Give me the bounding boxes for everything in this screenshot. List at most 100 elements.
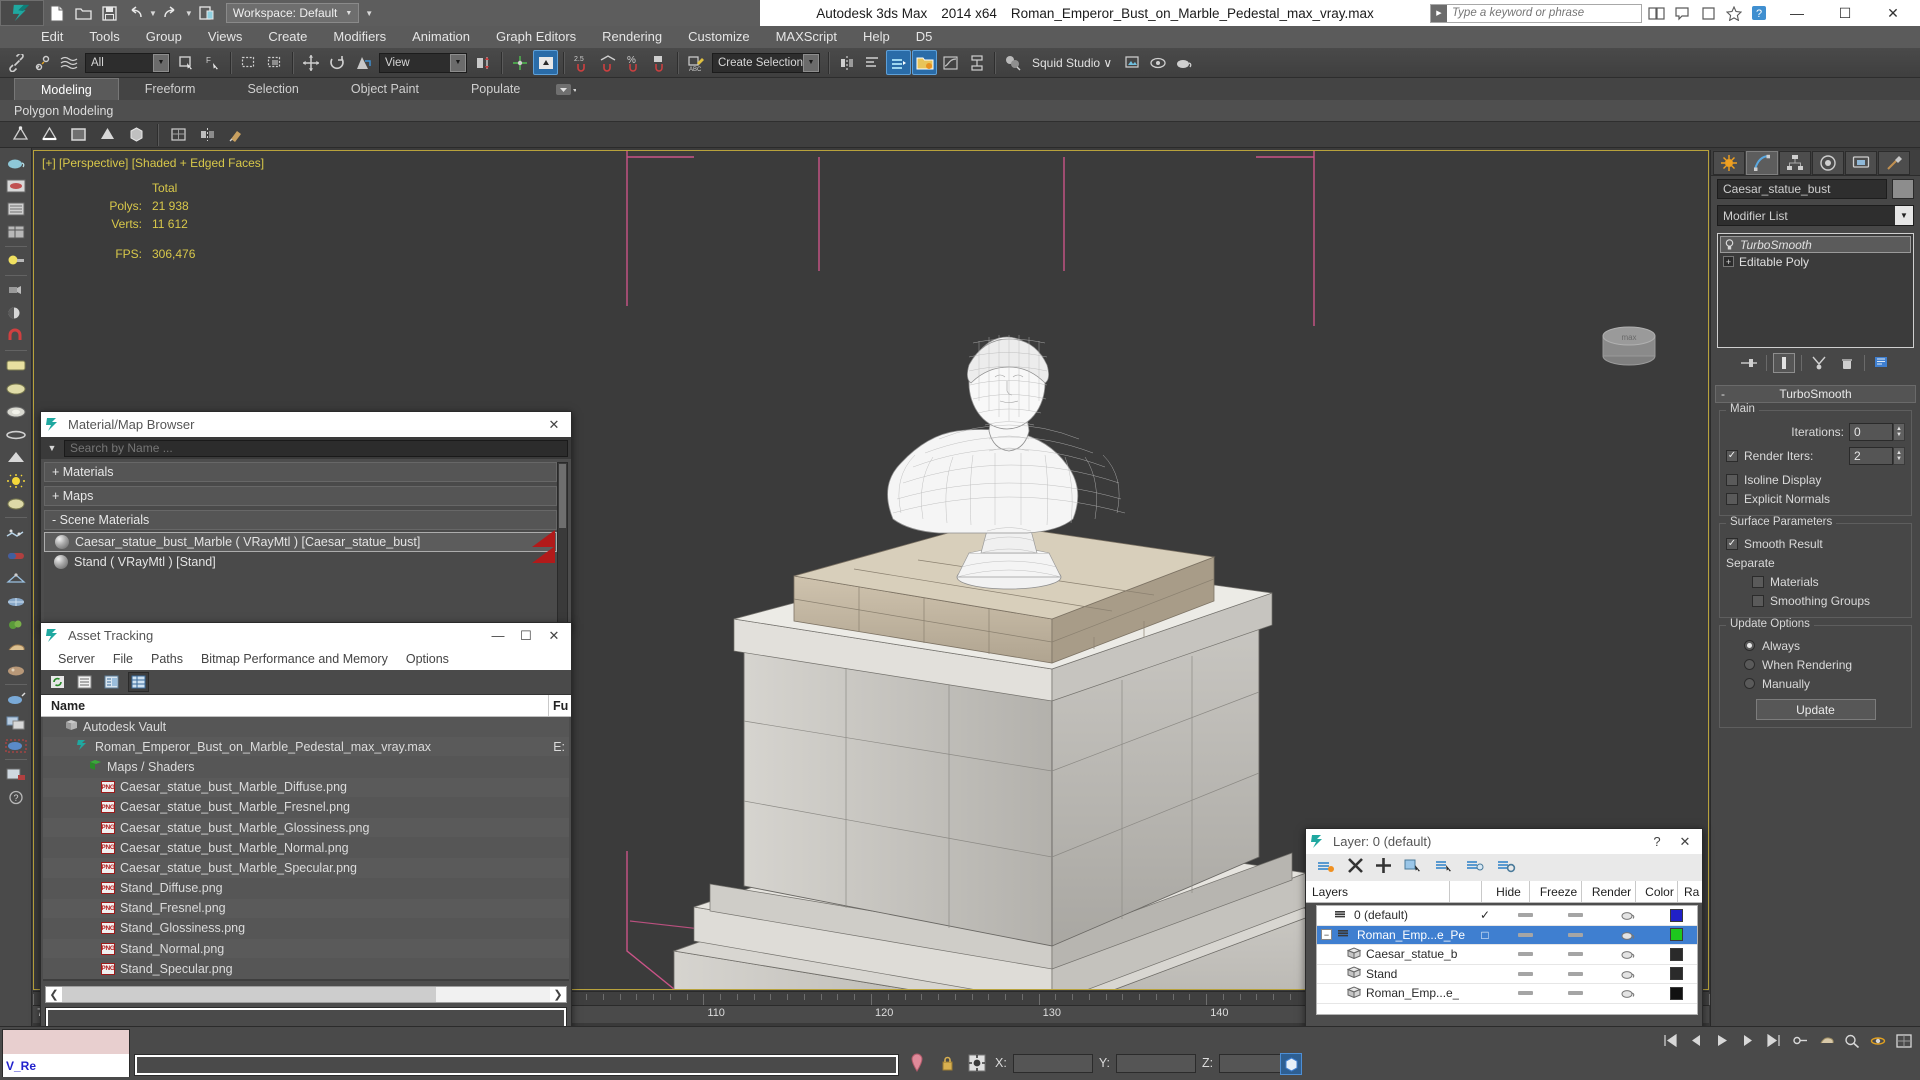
edit-named-selection-sets-icon[interactable]: ABC [683, 50, 708, 75]
render-production-icon[interactable] [1145, 50, 1170, 75]
scrollbar-thumb[interactable] [62, 987, 436, 1002]
material-browser-scrollbar[interactable] [557, 462, 568, 623]
next-frame-icon[interactable] [1737, 1031, 1758, 1050]
object-name-input[interactable] [1717, 179, 1887, 199]
help-info-icon[interactable]: ? [1748, 1, 1772, 25]
layer-row[interactable]: Caesar_statue_b [1317, 945, 1697, 965]
create-teapot-icon[interactable] [3, 152, 29, 174]
capsule-primitive-icon[interactable] [3, 544, 29, 566]
layer-column-freeze[interactable]: Freeze [1530, 881, 1582, 902]
select-by-name-icon[interactable]: F [200, 50, 225, 75]
layer-current-cell[interactable]: ✓ [1469, 908, 1501, 922]
rock-object-icon[interactable] [3, 659, 29, 681]
layer-color-cell[interactable] [1655, 947, 1697, 961]
polygon-modeling-border-icon[interactable] [66, 122, 91, 147]
schematic-view-icon[interactable] [964, 50, 989, 75]
mesh-object-icon[interactable] [3, 590, 29, 612]
layer-render-cell[interactable] [1601, 968, 1655, 980]
paint-deform-icon[interactable] [224, 122, 249, 147]
menu-item-customize[interactable]: Customize [675, 26, 762, 48]
layer-row[interactable]: 0 (default) ✓ [1317, 906, 1697, 926]
asset-row[interactable]: PNG Caesar_statue_bust_Marble_Fresnel.png [43, 797, 569, 818]
asset-row[interactable]: PNG Caesar_statue_bust_Marble_Specular.pn… [43, 858, 569, 879]
material-browser-titlebar[interactable]: Material/Map Browser ✕ [41, 412, 571, 437]
selection-lock-icon[interactable] [935, 1051, 959, 1075]
iterations-spinner[interactable]: ▲ ▼ [1893, 422, 1905, 441]
expand-collapse-icon[interactable]: − [1321, 929, 1332, 941]
new-file-button[interactable] [45, 1, 69, 25]
layer-color-cell[interactable] [1655, 928, 1697, 942]
scrollbar-thumb[interactable] [559, 464, 566, 528]
browser-group-materials[interactable]: + Materials [44, 462, 557, 482]
asset-row[interactable]: Maps / Shaders [43, 757, 569, 778]
modifier-stack[interactable]: TurboSmooth + Editable Poly [1717, 233, 1914, 348]
smooth-result-checkbox[interactable]: ✓ [1726, 537, 1738, 550]
menu-item-d5[interactable]: D5 [903, 26, 946, 48]
select-and-move-icon[interactable] [298, 50, 323, 75]
asset-row[interactable]: PNG Stand_Normal.png [43, 939, 569, 960]
list-view-icon[interactable] [3, 198, 29, 220]
layer-render-cell[interactable] [1601, 929, 1655, 941]
update-option-always-row[interactable]: Always [1726, 636, 1905, 655]
ribbon-tab-populate[interactable]: Populate [445, 78, 546, 100]
tab-utilities[interactable] [1878, 150, 1910, 175]
layer-row-name-cell[interactable]: Caesar_statue_b [1317, 947, 1469, 962]
use-selection-center-icon[interactable] [507, 50, 532, 75]
menu-item-create[interactable]: Create [255, 26, 320, 48]
undo-dropdown-arrow[interactable]: ▼ [149, 9, 157, 18]
layer-column-layers[interactable]: Layers [1306, 881, 1450, 902]
help-circle-icon[interactable]: ? [3, 786, 29, 808]
workspace-selector[interactable]: Workspace: Default ▼ [225, 3, 360, 23]
set-current-layer-icon[interactable] [1465, 856, 1485, 879]
menu-item-graph-editors[interactable]: Graph Editors [483, 26, 589, 48]
modifier-list-combo[interactable]: Modifier List ▼ [1717, 205, 1914, 226]
add-selection-to-layer-icon[interactable] [1403, 856, 1423, 879]
layer-window-close-button[interactable]: ✕ [1672, 831, 1698, 853]
layer-render-cell[interactable] [1601, 948, 1655, 960]
asset-row[interactable]: PNG Stand_Fresnel.png [43, 898, 569, 919]
scroll-right-arrow-icon[interactable]: ❯ [550, 988, 566, 1001]
layer-freeze-cell[interactable] [1549, 952, 1601, 957]
column-header-full-path[interactable]: Fu [549, 699, 571, 713]
orbit-view-icon[interactable] [1867, 1031, 1888, 1050]
menu-item-group[interactable]: Group [133, 26, 195, 48]
render-iters-field[interactable]: 2 [1849, 446, 1893, 465]
render-iters-spinner[interactable]: ▲ ▼ [1893, 446, 1905, 465]
layer-render-cell[interactable] [1601, 909, 1655, 921]
align-icon[interactable] [860, 50, 885, 75]
ribbon-tab-modeling[interactable]: Modeling [14, 78, 119, 100]
window-minimize-button[interactable]: — [1774, 0, 1820, 26]
ribbon-tab-object-paint[interactable]: Object Paint [325, 78, 445, 100]
layer-freeze-cell[interactable] [1549, 971, 1601, 976]
configure-modifier-sets-icon[interactable] [1871, 353, 1893, 373]
asset-row[interactable]: PNG Stand_Diffuse.png [43, 878, 569, 899]
select-object-icon[interactable] [174, 50, 199, 75]
chevron-down-icon[interactable]: ▼ [153, 53, 169, 72]
curve-editor-icon[interactable] [938, 50, 963, 75]
create-sphere-icon[interactable] [3, 377, 29, 399]
collapse-icon[interactable]: - [1721, 387, 1725, 401]
layer-window-help-button[interactable]: ? [1644, 831, 1670, 853]
ribbon-tab-selection[interactable]: Selection [221, 78, 324, 100]
layer-hide-cell[interactable] [1501, 971, 1549, 976]
separate-smoothing-groups-checkbox[interactable] [1752, 594, 1764, 607]
layer-freeze-cell[interactable] [1549, 932, 1601, 937]
y-coordinate-field[interactable] [1115, 1053, 1196, 1073]
render-setup-studio-label[interactable]: Squid Studio ∨ [1026, 56, 1118, 70]
update-button[interactable]: Update [1755, 699, 1876, 720]
layer-hide-cell[interactable] [1501, 913, 1549, 918]
search-dropdown-arrow[interactable]: ▶ [1431, 4, 1447, 22]
layer-color-swatch[interactable] [1669, 908, 1683, 922]
select-layer-objects-icon[interactable] [1434, 856, 1454, 879]
iterations-field[interactable]: 0 [1849, 422, 1893, 441]
window-crossing-toggle-icon[interactable] [262, 50, 287, 75]
material-search-input[interactable] [64, 439, 568, 457]
light-bulb-icon[interactable] [3, 250, 29, 272]
layer-row[interactable]: − Roman_Emp...e_Pe □ [1317, 925, 1697, 945]
generate-topology-icon[interactable] [166, 122, 191, 147]
asset-tracking-close-button[interactable]: ✕ [541, 625, 567, 647]
asset-row[interactable]: Autodesk Vault [43, 717, 569, 738]
object-color-swatch[interactable] [1892, 179, 1914, 199]
x-coordinate-field[interactable] [1012, 1053, 1093, 1073]
selection-lock-pin-icon[interactable] [905, 1051, 929, 1075]
